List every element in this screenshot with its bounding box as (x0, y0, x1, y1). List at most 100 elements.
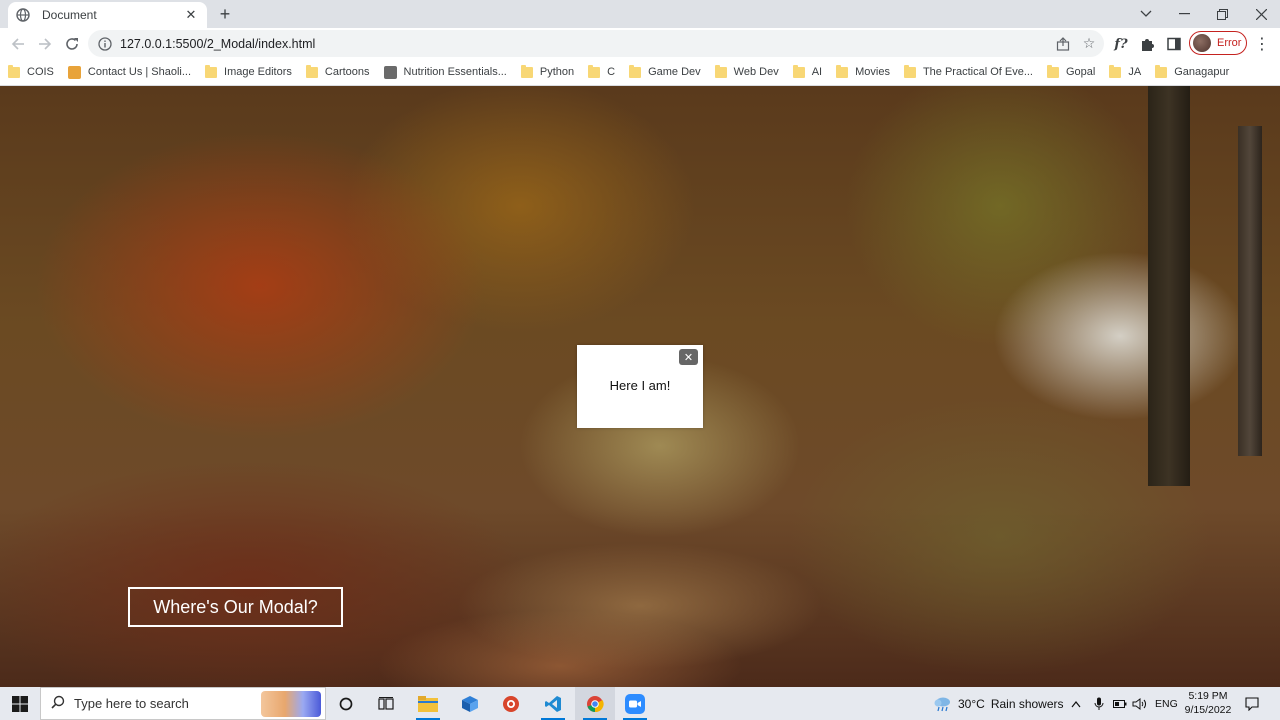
tab-title: Document (42, 8, 97, 22)
taskbar-app-vscode[interactable] (533, 687, 573, 720)
close-window-button[interactable] (1242, 0, 1280, 28)
battery-button[interactable] (1113, 687, 1127, 720)
windows-taskbar: Type here to search 30°C Rain showers EN… (0, 687, 1280, 720)
chevron-up-icon (1071, 700, 1081, 707)
site-icon (67, 65, 81, 79)
weather-widget[interactable]: 30°C Rain showers (933, 687, 1064, 720)
chrome-icon (587, 695, 604, 712)
bookmark-item[interactable]: Ganagapur (1155, 64, 1229, 78)
system-clock[interactable]: 5:19 PM 9/15/2022 (1180, 689, 1236, 717)
bookmark-item[interactable]: Python (520, 64, 575, 78)
taskbar-app-chrome[interactable] (575, 687, 615, 720)
bookmark-label: Web Dev (733, 66, 779, 78)
folder-icon (714, 64, 727, 78)
task-view-button[interactable] (366, 687, 406, 720)
globe-icon (16, 8, 30, 22)
search-highlight-image (261, 690, 321, 717)
bookmarks-bar: COIS Contact Us | Shaoli... Image Editors C… (0, 59, 1280, 86)
minimize-button[interactable] (1165, 0, 1203, 28)
bookmark-item[interactable]: Game Dev (629, 64, 701, 78)
forward-button[interactable] (33, 32, 57, 56)
tab-strip: Document ✕ + (0, 0, 1280, 28)
bookmark-label: Cartoons (324, 66, 370, 78)
cortana-circle-icon (339, 697, 353, 710)
input-language-button[interactable]: ENG (1155, 687, 1178, 720)
share-icon[interactable] (1052, 33, 1074, 55)
browser-toolbar: 127.0.0.1:5500/2_Modal/index.html ☆ f? E… (0, 28, 1280, 59)
bookmark-item[interactable]: COIS (8, 64, 54, 78)
extensions-puzzle-icon[interactable] (1135, 32, 1159, 56)
modal-dialog: ✕ Here I am! (577, 345, 703, 428)
clock-date: 9/15/2022 (1184, 704, 1232, 716)
bookmark-label: Movies (855, 66, 890, 78)
modal-close-button[interactable]: ✕ (679, 349, 698, 365)
open-modal-button[interactable]: Where's Our Modal? (128, 587, 343, 627)
background-forest-path (380, 506, 900, 687)
bookmark-label: Image Editors (224, 66, 292, 78)
info-icon[interactable] (98, 36, 112, 51)
modal-message: Here I am! (609, 377, 671, 393)
folder-icon (629, 64, 642, 78)
bookmark-item[interactable]: JA (1109, 64, 1142, 78)
notification-center-button[interactable] (1245, 687, 1259, 720)
bookmark-star-icon[interactable]: ☆ (1078, 33, 1100, 55)
folder-icon (903, 64, 916, 78)
folder-icon (520, 64, 533, 78)
taskbar-app-installer[interactable] (450, 687, 490, 720)
speaker-icon (1132, 697, 1146, 710)
folder-icon (836, 64, 849, 78)
side-panel-icon[interactable] (1162, 32, 1186, 56)
tab-search-chevron-icon[interactable] (1127, 0, 1165, 28)
taskbar-app-zoom[interactable] (615, 687, 655, 720)
taskbar-search[interactable]: Type here to search (40, 687, 326, 720)
bookmark-item[interactable]: Web Dev (714, 64, 779, 78)
volume-button[interactable] (1132, 687, 1147, 720)
taskbar-app-red[interactable] (491, 687, 531, 720)
reload-button[interactable] (60, 32, 84, 56)
back-button[interactable] (6, 32, 30, 56)
zoom-icon (625, 693, 645, 714)
new-tab-button[interactable]: + (215, 4, 235, 24)
bookmark-item[interactable]: Movies (836, 64, 890, 78)
vscode-icon (545, 695, 561, 712)
folder-icon (792, 64, 805, 78)
bookmark-item[interactable]: AI (792, 64, 822, 78)
weather-condition: Rain showers (990, 696, 1064, 711)
menu-kebab-icon[interactable]: ⋮ (1250, 32, 1274, 56)
bookmark-item[interactable]: The Practical Of Eve... (903, 64, 1033, 78)
folder-icon (418, 695, 438, 712)
cortana-button[interactable] (326, 687, 366, 720)
maximize-button[interactable] (1203, 0, 1241, 28)
taskbar-app-file-explorer[interactable] (408, 687, 448, 720)
tab-close-icon[interactable]: ✕ (183, 7, 199, 23)
bookmark-item[interactable]: Contact Us | Shaoli... (67, 65, 191, 79)
folder-icon (8, 64, 20, 78)
weather-temperature: 30°C (958, 696, 985, 711)
microphone-button[interactable] (1094, 687, 1104, 720)
folder-icon (1109, 64, 1122, 78)
bookmark-label: Python (539, 66, 575, 78)
browser-tab[interactable]: Document ✕ (8, 2, 207, 28)
bookmark-item[interactable]: C (588, 64, 616, 78)
bookmark-label: JA (1128, 66, 1142, 78)
extension-formula-icon[interactable]: f? (1109, 32, 1133, 56)
bookmark-item[interactable]: Cartoons (305, 64, 370, 78)
url-text[interactable]: 127.0.0.1:5500/2_Modal/index.html (120, 37, 1052, 51)
microphone-icon (1094, 697, 1104, 710)
profile-error-label: Error (1217, 37, 1242, 49)
bookmark-item[interactable]: Image Editors (205, 64, 292, 78)
show-hidden-icons-button[interactable] (1071, 687, 1081, 720)
bookmark-item[interactable]: Gopal (1047, 64, 1095, 78)
bookmark-item[interactable]: Nutrition Essentials... (383, 65, 507, 79)
start-button[interactable] (0, 687, 40, 720)
background-tree-trunk (1148, 86, 1190, 486)
clock-time: 5:19 PM (1188, 690, 1228, 702)
notification-icon (1245, 696, 1259, 711)
address-bar[interactable]: 127.0.0.1:5500/2_Modal/index.html ☆ (88, 30, 1104, 57)
bookmark-label: C (607, 66, 616, 78)
bookmark-label: COIS (27, 66, 54, 78)
profile-button[interactable]: Error (1189, 31, 1247, 55)
windows-logo-icon (12, 695, 28, 712)
battery-icon (1113, 699, 1127, 708)
site-icon (383, 65, 397, 79)
